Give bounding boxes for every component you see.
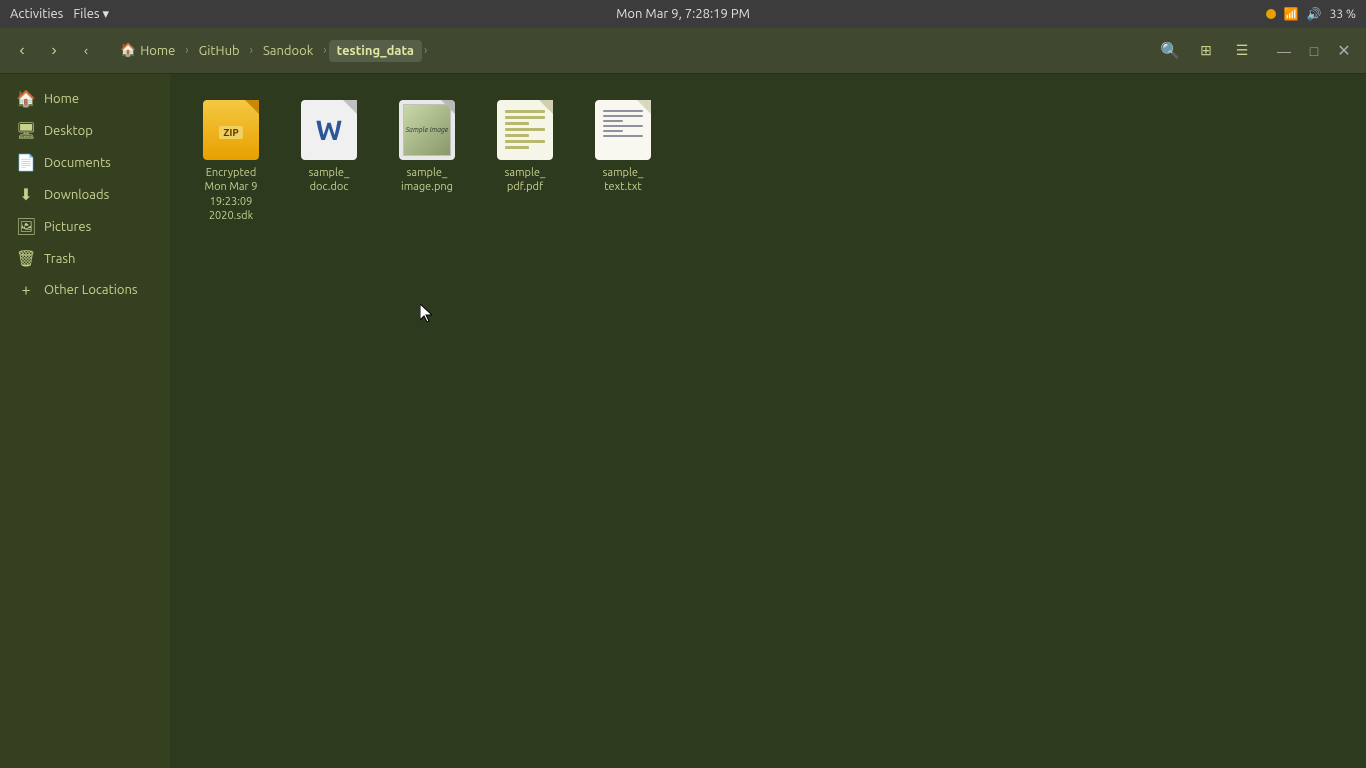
search-button[interactable]: 🔍 — [1154, 35, 1186, 67]
file-icon-sample-text — [591, 98, 655, 162]
trash-icon: 🗑 — [16, 249, 36, 268]
forward-button[interactable]: › — [40, 37, 68, 65]
file-label-sample-text: sample_text.txt — [603, 166, 644, 195]
window-controls: — □ ✕ — [1270, 37, 1358, 65]
files-grid: ZIP EncryptedMon Mar 919:23:092020.sdk W… — [186, 90, 1350, 231]
sidebar-item-downloads[interactable]: ⬇ Downloads — [4, 179, 166, 210]
breadcrumb-arrow-end: › — [424, 44, 427, 57]
file-icon-encrypted-sdk: ZIP — [199, 98, 263, 162]
sidebar-pictures-label: Pictures — [44, 220, 91, 234]
documents-icon: 📄 — [16, 153, 36, 172]
view-columns-button[interactable]: ⊞ — [1190, 35, 1222, 67]
back-button[interactable]: ‹ — [8, 37, 36, 65]
home-icon: 🏠 — [120, 43, 136, 58]
file-icon-sample-doc: W — [297, 98, 361, 162]
topbar-datetime: Mon Mar 9, 7:28:19 PM — [616, 7, 750, 21]
activities-label[interactable]: Activities — [10, 7, 63, 21]
sidebar-documents-label: Documents — [44, 156, 111, 170]
breadcrumb-sandook[interactable]: Sandook — [255, 40, 321, 62]
file-manager-window: ‹ › ‹ 🏠 Home › GitHub › Sandook › testin… — [0, 28, 1366, 768]
view-list-button[interactable]: ☰ — [1226, 35, 1258, 67]
sidebar-desktop-label: Desktop — [44, 124, 93, 138]
sidebar-item-pictures[interactable]: 🖼 Pictures — [4, 211, 166, 242]
file-item-sample-pdf[interactable]: sample_pdf.pdf — [480, 90, 570, 231]
downloads-icon: ⬇ — [16, 185, 36, 204]
titlebar: ‹ › ‹ 🏠 Home › GitHub › Sandook › testin… — [0, 28, 1366, 74]
file-icon-sample-image: Sample Image — [395, 98, 459, 162]
system-topbar: Activities Files ▾ Mon Mar 9, 7:28:19 PM… — [0, 0, 1366, 28]
other-locations-icon: + — [16, 281, 36, 299]
breadcrumb-sep-2: › — [250, 44, 253, 57]
home-icon: 🏠 — [16, 89, 36, 108]
desktop-icon: 🖥 — [16, 121, 36, 140]
png-icon: Sample Image — [399, 100, 455, 160]
sidebar-home-label: Home — [44, 92, 79, 106]
breadcrumb-github-label: GitHub — [199, 44, 240, 58]
pdf-icon — [497, 100, 553, 160]
battery-label: 33 % — [1330, 8, 1356, 21]
up-button[interactable]: ‹ — [72, 37, 100, 65]
file-icon-sample-pdf — [493, 98, 557, 162]
maximize-button[interactable]: □ — [1300, 37, 1328, 65]
file-label-sample-doc: sample_doc.doc — [309, 166, 350, 195]
main-area: 🏠 Home 🖥 Desktop 📄 Documents ⬇ Downloads… — [0, 74, 1366, 768]
sidebar-trash-label: Trash — [44, 252, 75, 266]
file-label-sample-pdf: sample_pdf.pdf — [505, 166, 546, 195]
breadcrumb-testing-data-label: testing_data — [337, 44, 414, 58]
sidebar-item-desktop[interactable]: 🖥 Desktop — [4, 115, 166, 146]
close-button[interactable]: ✕ — [1330, 37, 1358, 65]
volume-icon: 🔊 — [1307, 7, 1322, 21]
files-menu[interactable]: Files ▾ — [73, 7, 109, 22]
breadcrumb-sep-1: › — [185, 44, 188, 57]
file-item-sample-image[interactable]: Sample Image sample_image.png — [382, 90, 472, 231]
sidebar-item-trash[interactable]: 🗑 Trash — [4, 243, 166, 274]
cursor — [420, 304, 432, 322]
wifi-icon: 📶 — [1284, 7, 1299, 21]
topbar-left: Activities Files ▾ — [10, 7, 109, 22]
sidebar: 🏠 Home 🖥 Desktop 📄 Documents ⬇ Downloads… — [0, 74, 170, 768]
file-area[interactable]: ZIP EncryptedMon Mar 919:23:092020.sdk W… — [170, 74, 1366, 768]
minimize-button[interactable]: — — [1270, 37, 1298, 65]
zip-icon: ZIP — [203, 100, 259, 160]
file-label-sample-image: sample_image.png — [401, 166, 453, 195]
file-item-sample-doc[interactable]: W sample_doc.doc — [284, 90, 374, 231]
breadcrumb-sandook-label: Sandook — [263, 44, 313, 58]
breadcrumb-github[interactable]: GitHub — [191, 40, 248, 62]
sidebar-item-home[interactable]: 🏠 Home — [4, 83, 166, 114]
file-label-encrypted-sdk: EncryptedMon Mar 919:23:092020.sdk — [205, 166, 258, 223]
file-item-encrypted-sdk[interactable]: ZIP EncryptedMon Mar 919:23:092020.sdk — [186, 90, 276, 231]
pictures-icon: 🖼 — [16, 217, 36, 236]
breadcrumb-home[interactable]: 🏠 Home — [112, 39, 183, 62]
breadcrumb-testing-data[interactable]: testing_data — [329, 40, 422, 62]
txt-icon — [595, 100, 651, 160]
toolbar-right: 🔍 ⊞ ☰ — [1154, 35, 1258, 67]
breadcrumb: 🏠 Home › GitHub › Sandook › testing_data… — [112, 39, 1142, 62]
sidebar-item-other-locations[interactable]: + Other Locations — [4, 275, 166, 305]
sidebar-item-documents[interactable]: 📄 Documents — [4, 147, 166, 178]
doc-icon: W — [301, 100, 357, 160]
topbar-right: 📶 🔊 33 % — [1266, 7, 1356, 21]
sidebar-downloads-label: Downloads — [44, 188, 109, 202]
notification-dot — [1266, 9, 1276, 19]
sidebar-other-locations-label: Other Locations — [44, 283, 138, 297]
breadcrumb-home-label: Home — [140, 44, 175, 58]
file-item-sample-text[interactable]: sample_text.txt — [578, 90, 668, 231]
breadcrumb-sep-3: › — [323, 44, 326, 57]
